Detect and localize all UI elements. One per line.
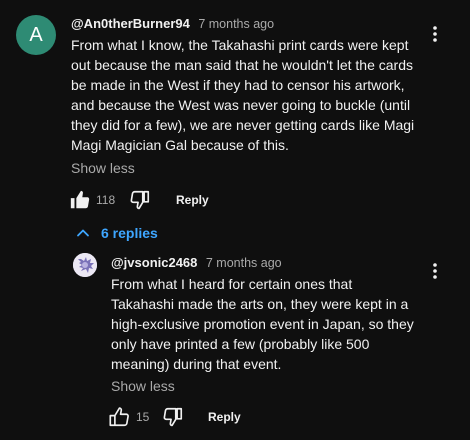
comment-line: From what I know, the Takahashi print ca… xyxy=(71,37,409,53)
show-less-button[interactable]: Show less xyxy=(71,160,135,176)
reply-body: From what I heard for certain ones that … xyxy=(111,274,456,374)
reply-line: meaning) during that event. xyxy=(111,356,282,372)
reply-header: @jvsonic2468 7 months ago xyxy=(111,254,282,272)
reply-show-less-button[interactable]: Show less xyxy=(111,378,175,394)
reply-line: Takahashi made the arts on, they were ke… xyxy=(111,296,409,312)
replies-toggle-button[interactable] xyxy=(76,226,90,240)
thumbs-up-icon xyxy=(108,406,130,428)
reply-author-handle[interactable]: @jvsonic2468 xyxy=(111,255,197,270)
reply-button[interactable]: Reply xyxy=(176,193,209,207)
reply-reply-button[interactable]: Reply xyxy=(208,410,241,424)
reply-avatar[interactable] xyxy=(73,253,97,277)
comment-body: From what I know, the Takahashi print ca… xyxy=(71,35,451,155)
dislike-button[interactable] xyxy=(129,189,151,211)
reply-avatar-image xyxy=(73,253,97,277)
thumbs-down-icon xyxy=(129,189,151,211)
reply-like-button[interactable] xyxy=(108,406,130,428)
comment-line: Magi Magician Gal because of this. xyxy=(71,137,289,153)
replies-toggle-label[interactable]: 6 replies xyxy=(101,225,158,241)
reply-line: high-exclusive promotion event in Japan,… xyxy=(111,316,414,332)
like-button[interactable] xyxy=(69,189,91,211)
like-count: 118 xyxy=(96,193,116,207)
author-handle[interactable]: @An0therBurner94 xyxy=(71,16,190,31)
comment-line: they did for a few), we are never gettin… xyxy=(71,117,415,133)
comment-line: be made in the West if they had to censo… xyxy=(71,77,405,93)
thumbs-down-icon xyxy=(162,406,184,428)
reply-dislike-button[interactable] xyxy=(162,406,184,428)
avatar[interactable]: A xyxy=(16,15,56,55)
reply-like-count: 15 xyxy=(136,410,150,424)
chevron-up-icon xyxy=(76,226,90,240)
comment-line: out because the man said that he wouldn'… xyxy=(71,57,414,73)
comment-line: and because the West was never going to … xyxy=(71,97,411,113)
avatar-letter: A xyxy=(29,23,43,46)
reply-line: From what I heard for certain ones that xyxy=(111,276,353,292)
reply-timestamp[interactable]: 7 months ago xyxy=(206,256,282,270)
comment-timestamp[interactable]: 7 months ago xyxy=(198,17,274,31)
reply-line: only have printed a few (probably like 5… xyxy=(111,336,370,352)
comment-header: @An0therBurner94 7 months ago xyxy=(71,15,274,33)
thumbs-up-icon xyxy=(69,189,91,211)
